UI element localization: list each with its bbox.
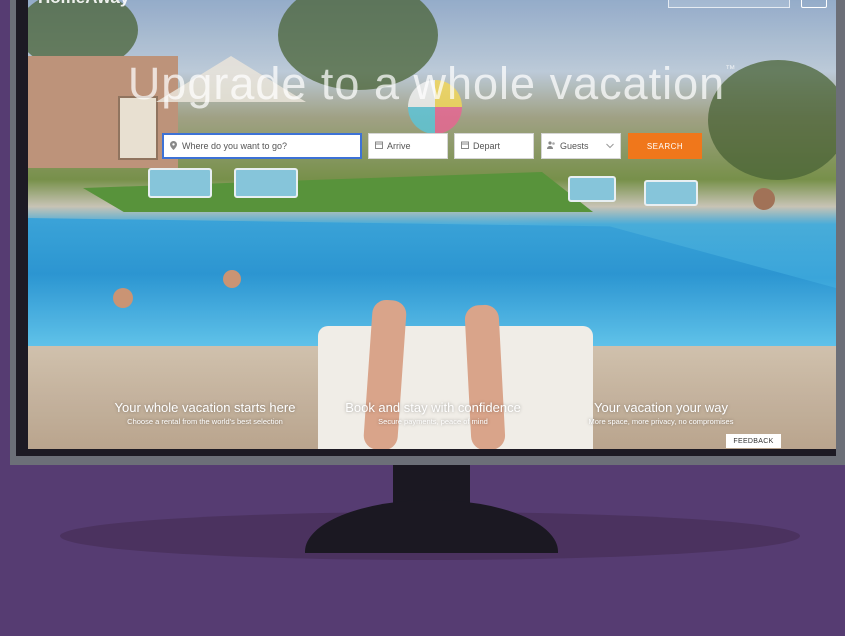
people-icon [547,141,556,151]
map-pin-icon [169,140,178,152]
header-icon[interactable] [801,0,827,8]
monitor-base [305,500,558,553]
guests-select[interactable]: Guests [541,133,621,159]
value-prop-subtitle: Choose a rental from the world's best se… [127,417,283,426]
feedback-button[interactable]: FEEDBACK [726,434,781,448]
calendar-icon [460,141,469,151]
value-prop-title: Book and stay with confidence [345,400,521,415]
arrive-placeholder: Arrive [387,141,411,151]
trademark-mark: ™ [725,64,737,75]
chevron-down-icon [606,141,614,151]
browser-screen: HomeAway Upgrade to a whole vacation™ Wh… [28,0,836,449]
value-prop-title: Your whole vacation starts here [114,400,296,415]
value-prop-subtitle: Secure payments, peace of mind [378,417,488,426]
destination-input[interactable]: Where do you want to go? [162,133,362,159]
header-input[interactable] [668,0,790,8]
search-bar: Where do you want to go? Arrive Depart G… [28,133,836,161]
calendar-icon [374,141,383,151]
value-prop-your-way: Your vacation your way More space, more … [541,400,781,426]
hero-headline: Upgrade to a whole vacation™ [28,58,836,110]
search-button[interactable]: SEARCH [628,133,702,159]
destination-placeholder: Where do you want to go? [182,141,288,151]
value-prop-title: Your vacation your way [594,400,728,415]
value-prop-confidence: Book and stay with confidence Secure pay… [313,400,553,426]
brand-logo[interactable]: HomeAway [38,0,129,8]
arrive-date-input[interactable]: Arrive [368,133,448,159]
guests-placeholder: Guests [560,141,589,151]
value-prop-subtitle: More space, more privacy, no compromises [588,417,734,426]
headline-text: Upgrade to a whole vacation [127,58,726,109]
depart-date-input[interactable]: Depart [454,133,534,159]
value-prop-selection: Your whole vacation starts here Choose a… [85,400,325,426]
depart-placeholder: Depart [473,141,501,151]
